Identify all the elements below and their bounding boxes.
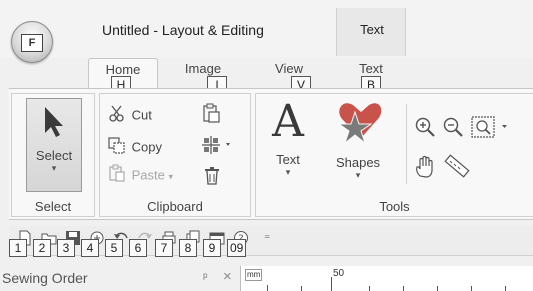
ruler-tick bbox=[403, 286, 404, 291]
select-group: Select ▾ Select bbox=[11, 93, 95, 217]
tools-separator bbox=[406, 104, 407, 184]
ruler-tick bbox=[331, 277, 332, 291]
qat-keytip-7: 7 bbox=[155, 239, 173, 257]
application-menu-button[interactable]: F bbox=[11, 21, 53, 63]
clipboard-group-label: Clipboard bbox=[147, 199, 203, 214]
paste-icon bbox=[108, 164, 128, 188]
align-icon bbox=[202, 136, 230, 154]
tab-home-label: Home bbox=[105, 62, 141, 77]
app-menu-keytip: F bbox=[21, 34, 43, 52]
ruler-tick bbox=[267, 285, 268, 291]
select-button-label: Select bbox=[35, 148, 73, 163]
title-bar: F Untitled - Layout & Editing Text bbox=[0, 0, 533, 63]
customize-toolbar-icon[interactable]: ₌ bbox=[264, 228, 270, 242]
tools-group-label: Tools bbox=[379, 199, 410, 214]
zoom-fit-icon bbox=[471, 116, 507, 138]
horizontal-ruler: mm 50 bbox=[240, 266, 533, 291]
ruler-unit: mm bbox=[245, 269, 263, 281]
scissors-icon bbox=[108, 104, 128, 128]
shapes-tool-label: Shapes bbox=[335, 155, 381, 170]
copy-label: Copy bbox=[131, 139, 162, 155]
ribbon-panel: Select ▾ Select Cut Copy Paste ▾ Clipboa… bbox=[9, 88, 533, 220]
heart-star-shapes-icon bbox=[337, 103, 382, 145]
paste-label: Paste bbox=[131, 167, 165, 183]
window-title: Untitled - Layout & Editing bbox=[102, 22, 264, 38]
contextual-tab-text[interactable]: Text bbox=[336, 8, 406, 56]
ribbon-tabs: Home Image View Text H I V B bbox=[0, 58, 533, 94]
chevron-down-icon: ▾ bbox=[355, 170, 361, 180]
text-tool-button[interactable]: A Text ▾ bbox=[264, 100, 312, 190]
measure-button[interactable] bbox=[442, 152, 470, 180]
quick-access-toolbar: ? ₌ 1 2 3 4 5 6 7 8 9 09 bbox=[9, 226, 533, 257]
pin-icon[interactable]: ᵖ bbox=[203, 270, 208, 284]
align-button[interactable] bbox=[200, 134, 238, 156]
ruler-tick bbox=[437, 286, 438, 291]
zoom-in-icon bbox=[415, 117, 435, 137]
ruler-icon bbox=[444, 154, 470, 178]
select-button[interactable]: Select ▾ bbox=[26, 98, 82, 192]
trash-icon bbox=[205, 167, 219, 185]
zoom-in-button[interactable] bbox=[414, 116, 436, 138]
ruler-tick bbox=[369, 286, 370, 291]
pan-button[interactable] bbox=[412, 154, 438, 180]
tab-view-label: View bbox=[275, 61, 303, 76]
select-group-label: Select bbox=[34, 199, 72, 214]
delete-button[interactable] bbox=[202, 166, 222, 186]
ruler-label-50: 50 bbox=[333, 268, 345, 279]
qat-keytip-4: 4 bbox=[81, 239, 99, 257]
qat-keytip-6: 6 bbox=[129, 239, 147, 257]
zoom-out-icon bbox=[443, 117, 463, 137]
cut-button[interactable]: Cut bbox=[108, 104, 152, 124]
paste-button[interactable]: Paste ▾ bbox=[108, 164, 173, 184]
ruler-tick bbox=[471, 286, 472, 291]
chevron-down-icon: ▾ bbox=[168, 171, 174, 182]
tab-view[interactable]: View bbox=[254, 58, 324, 88]
panel-title: Sewing Order bbox=[2, 270, 88, 286]
copy-button[interactable]: Copy bbox=[108, 136, 162, 156]
close-icon[interactable]: × bbox=[223, 268, 232, 285]
ruler-tick bbox=[301, 286, 302, 291]
shapes-tool-button[interactable]: Shapes ▾ bbox=[326, 98, 390, 190]
qat-keytip-9: 9 bbox=[203, 239, 221, 257]
contextual-tab-label: Text bbox=[360, 22, 384, 37]
cut-label: Cut bbox=[131, 107, 152, 123]
copy-icon bbox=[108, 136, 128, 160]
tab-text-label: Text bbox=[359, 61, 383, 76]
tab-image[interactable]: Image bbox=[168, 58, 238, 88]
chevron-down-icon: ▾ bbox=[51, 163, 57, 173]
paste-special-icon[interactable] bbox=[200, 102, 222, 124]
chevron-down-icon: ▾ bbox=[285, 167, 291, 177]
ruler-tick bbox=[505, 286, 506, 291]
tab-image-label: Image bbox=[184, 61, 222, 76]
qat-keytip-2: 2 bbox=[33, 239, 51, 257]
zoom-out-button[interactable] bbox=[442, 116, 464, 138]
qat-keytip-3: 3 bbox=[57, 239, 75, 257]
qat-keytip-09: 09 bbox=[227, 239, 247, 257]
zoom-to-fit-button[interactable] bbox=[470, 114, 516, 140]
hand-icon bbox=[416, 155, 433, 178]
tools-group: A Text ▾ Shapes ▾ Tools bbox=[255, 93, 533, 217]
letter-a-icon: A bbox=[272, 96, 304, 147]
clipboard-group: Cut Copy Paste ▾ Clipboard bbox=[99, 93, 251, 217]
text-tool-label: Text bbox=[276, 152, 300, 167]
cursor-arrow-icon bbox=[45, 107, 63, 137]
qat-keytip-5: 5 bbox=[105, 239, 123, 257]
qat-keytip-1: 1 bbox=[9, 239, 27, 257]
qat-keytip-8: 8 bbox=[179, 239, 197, 257]
